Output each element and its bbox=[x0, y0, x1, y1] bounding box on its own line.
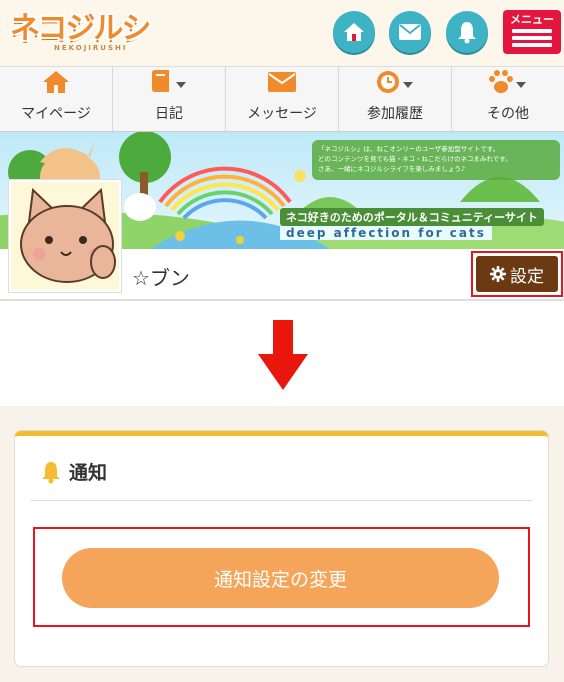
nav-item-other[interactable]: その他 bbox=[452, 67, 564, 131]
menu-label: メニュー bbox=[510, 13, 554, 26]
logo-text: ネコジルシ bbox=[10, 11, 151, 46]
banner-tagline: ネコ好きのためのポータル＆コミュニティーサイト bbox=[280, 208, 544, 226]
top-bar: ネコジルシ NEKOJIRUSHI メニュー bbox=[0, 0, 564, 66]
mail-icon bbox=[399, 24, 421, 40]
home-icon bbox=[344, 23, 364, 41]
bell-icon bbox=[458, 22, 476, 44]
caption-line: 「ネコジルシ」は、ねこオンリーのユーザ参加型サイトです。 bbox=[318, 145, 500, 153]
nav-item-history[interactable]: 参加履歴 bbox=[339, 67, 452, 131]
nav-item-message[interactable]: メッセージ bbox=[226, 67, 339, 131]
home-button[interactable] bbox=[333, 11, 375, 53]
diary-icon bbox=[149, 67, 189, 97]
caption-line: さあ、一緒にネコジルシライフを楽しみましょう♪ bbox=[318, 165, 466, 173]
notify-highlight-box: 通知設定の変更 bbox=[33, 527, 530, 627]
arrow-down-icon bbox=[258, 320, 308, 394]
nav-label: マイページ bbox=[21, 106, 91, 122]
nav-item-diary[interactable]: 日記 bbox=[113, 67, 226, 131]
site-logo[interactable]: ネコジルシ NEKOJIRUSHI bbox=[10, 11, 151, 53]
nav-label: 参加履歴 bbox=[367, 106, 423, 122]
caption-line: どのコンテンツを見ても猫・ネコ・ねこだらけのネコまみれです。 bbox=[318, 155, 512, 163]
hamburger-icon bbox=[512, 29, 552, 47]
banner-caption: 「ネコジルシ」は、ねこオンリーのユーザ参加型サイトです。 どのコンテンツを見ても… bbox=[312, 140, 560, 180]
mail-button[interactable] bbox=[389, 11, 431, 53]
card-title: 通知 bbox=[40, 458, 107, 485]
nav-label: その他 bbox=[487, 106, 529, 122]
change-notification-settings-button[interactable]: 通知設定の変更 bbox=[62, 548, 499, 608]
menu-button[interactable]: メニュー bbox=[503, 10, 561, 54]
username: ☆ブン bbox=[132, 266, 190, 290]
nav-label: 日記 bbox=[155, 106, 183, 122]
paw-icon bbox=[487, 67, 529, 97]
cat-avatar-illustration bbox=[20, 187, 116, 283]
house-icon bbox=[42, 67, 70, 97]
nav-label: メッセージ bbox=[247, 106, 317, 122]
gear-icon bbox=[490, 266, 506, 282]
settings-button[interactable]: 設定 bbox=[476, 256, 558, 292]
settings-label: 設定 bbox=[510, 266, 544, 287]
nav-item-mypage[interactable]: マイページ bbox=[0, 67, 113, 131]
main-nav: マイページ 日記 メッセージ 参加履歴 その他 bbox=[0, 66, 564, 132]
bell-button[interactable] bbox=[446, 11, 488, 53]
envelope-icon bbox=[267, 67, 297, 97]
card-title-text: 通知 bbox=[69, 462, 108, 484]
bell-icon bbox=[42, 461, 60, 483]
settings-highlight-box: 設定 bbox=[471, 251, 563, 297]
divider bbox=[30, 500, 533, 501]
avatar[interactable] bbox=[9, 180, 121, 292]
notification-card: 通知 通知設定の変更 bbox=[15, 431, 548, 666]
clock-icon bbox=[374, 67, 416, 97]
banner-tagline-english: deep affection for cats bbox=[280, 226, 492, 240]
